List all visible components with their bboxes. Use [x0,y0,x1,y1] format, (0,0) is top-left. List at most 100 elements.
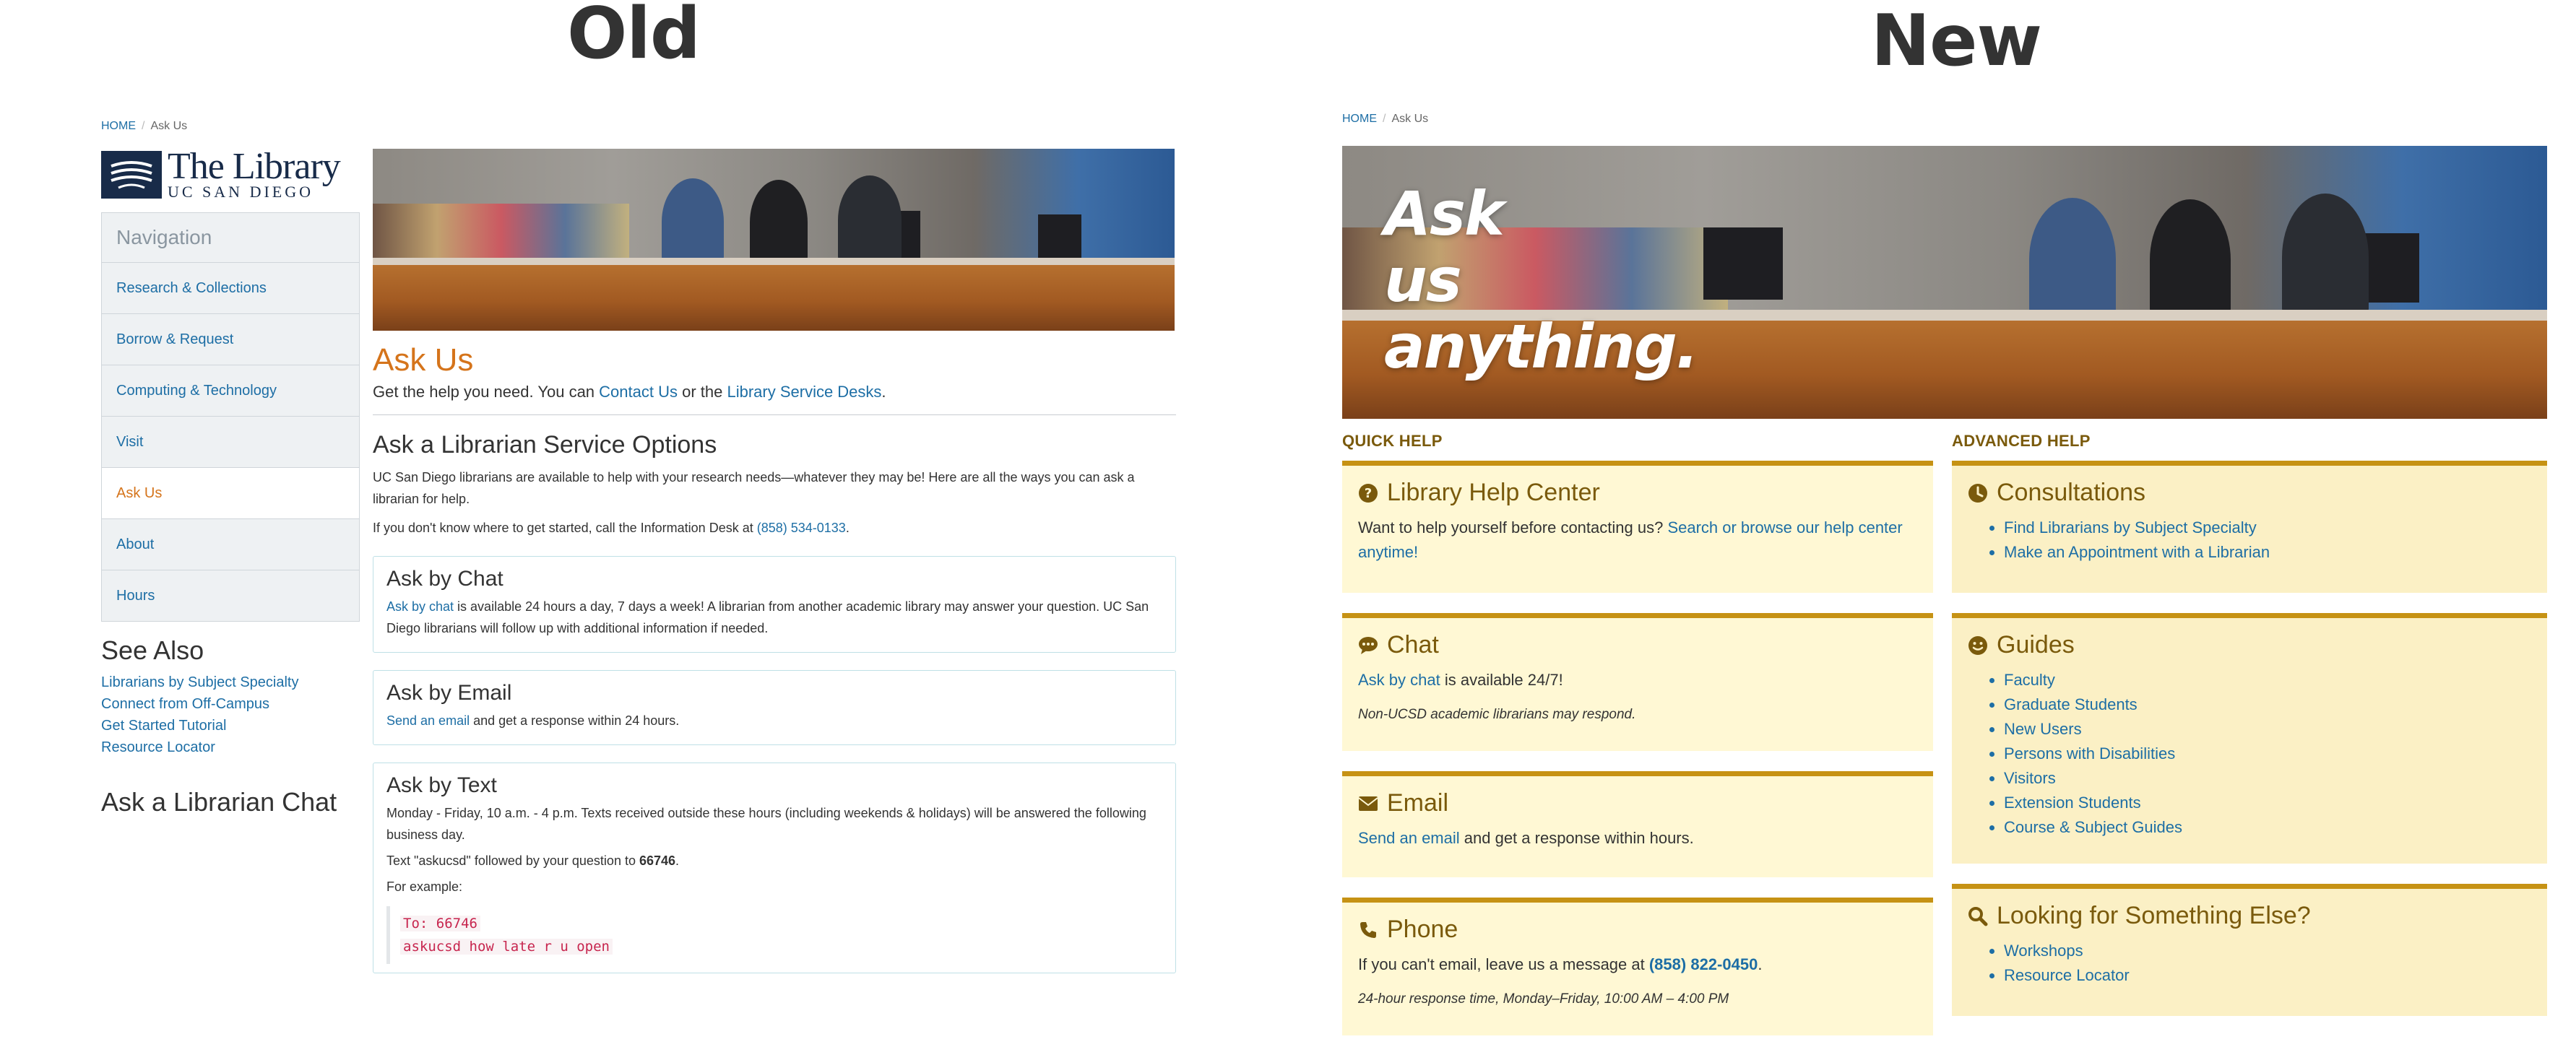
info-desk-text: If you don't know where to get started, … [373,517,1176,539]
ask-by-chat-link[interactable]: Ask by chat [1358,671,1440,689]
comment-icon [1358,635,1378,656]
looking-title[interactable]: Looking for Something Else? [1997,902,2311,930]
ask-by-email-text: Send an email and get a response within … [386,710,1162,731]
ask-by-chat-link[interactable]: Ask by chat [386,599,454,614]
breadcrumb-home[interactable]: HOME [101,120,136,132]
chat-title[interactable]: Chat [1387,631,1439,659]
see-also-link-off-campus[interactable]: Connect from Off-Campus [101,693,361,715]
phone-title[interactable]: Phone [1387,916,1458,944]
library-logo-mark-icon [101,151,162,199]
hero-tagline: Ask us anything. [1384,178,1699,382]
service-desks-link[interactable]: Library Service Desks [727,383,881,401]
chat-note: Non-UCSD academic librarians may respond… [1358,707,1636,722]
consultations-title[interactable]: Consultations [1997,479,2145,507]
see-also-link-resource-locator[interactable]: Resource Locator [101,737,361,758]
help-center-text: Want to help yourself before contacting … [1358,516,1917,565]
guide-link-visitors[interactable]: Visitors [2004,766,2531,791]
advanced-help-column: ADVANCED HELP Consultations Find Librari… [1952,432,2547,1036]
looking-link-workshops[interactable]: Workshops [2004,939,2531,963]
email-card: Email Send an email and get a response w… [1342,771,1933,877]
advanced-help-heading: ADVANCED HELP [1952,432,2091,450]
chat-text: Ask by chat is available 24/7! [1358,668,1917,692]
send-email-link[interactable]: Send an email [1358,829,1460,847]
intro-after: . [881,383,886,401]
ask-by-text-after: . [675,853,680,868]
help-center-title[interactable]: Library Help Center [1387,479,1600,507]
navigation-heading: Navigation [102,213,359,263]
code-line-2: askucsd how late r u open [400,939,613,955]
nav-item-visit[interactable]: Visit [102,417,359,468]
guide-link-new-users[interactable]: New Users [2004,717,2531,742]
breadcrumb-home[interactable]: HOME [1342,113,1377,125]
nav-item-about[interactable]: About [102,519,359,570]
looking-link-resource-locator[interactable]: Resource Locator [2004,963,2531,988]
phone-card: Phone If you can't email, leave us a mes… [1342,898,1933,1035]
ask-by-chat-box: Ask by Chat Ask by chat is available 24 … [373,556,1176,653]
consultations-links: Find Librarians by Subject Specialty Mak… [1968,516,2531,565]
see-also-link-tutorial[interactable]: Get Started Tutorial [101,715,361,737]
quick-help-heading: QUICK HELP [1342,432,1443,450]
intro-before: Get the help you need. You can [373,383,600,401]
help-center-card: ? Library Help Center Want to help yours… [1342,461,1933,593]
help-center-intro: Want to help yourself before contacting … [1358,518,1668,536]
email-title[interactable]: Email [1387,789,1448,817]
clock-icon [1968,483,1988,503]
page-title: Ask Us [373,342,474,378]
hero-line-2: us [1384,245,1462,316]
phone-intro: If you can't email, leave us a message a… [1358,955,1649,973]
staff-banner-photo [373,149,1175,331]
ask-by-chat-heading: Ask by Chat [386,567,503,591]
phone-icon [1358,920,1378,940]
nav-item-borrow-request[interactable]: Borrow & Request [102,314,359,365]
info-desk-phone-link[interactable]: (858) 534-0133 [757,521,846,535]
quick-help-column: QUICK HELP ? Library Help Center Want to… [1342,432,1933,1056]
envelope-icon [1358,794,1378,814]
guide-link-course-subject[interactable]: Course & Subject Guides [2004,815,2531,840]
guides-links: Faculty Graduate Students New Users Pers… [1968,668,2531,840]
nav-item-research-collections[interactable]: Research & Collections [102,263,359,314]
breadcrumb: HOME / Ask Us [101,120,187,133]
ask-librarian-chat-heading: Ask a Librarian Chat [101,787,337,817]
guide-link-disabilities[interactable]: Persons with Disabilities [2004,742,2531,766]
ask-by-chat-description: is available 24 hours a day, 7 days a we… [386,599,1149,635]
guides-title[interactable]: Guides [1997,631,2075,659]
email-response: and get a response within hours. [1459,829,1694,847]
nav-item-ask-us[interactable]: Ask Us [102,468,359,519]
looking-links: Workshops Resource Locator [1968,939,2531,988]
breadcrumb-current: Ask Us [150,120,188,132]
side-navigation: Navigation Research & Collections Borrow… [101,212,360,622]
nav-item-computing-technology[interactable]: Computing & Technology [102,365,359,417]
guide-link-graduate-students[interactable]: Graduate Students [2004,692,2531,717]
consultation-link-appointment[interactable]: Make an Appointment with a Librarian [2004,540,2531,565]
hero-line-3: anything. [1384,311,1699,382]
text-number: 66746 [639,853,676,868]
ask-by-text-instruction: Text "askucsd" followed by your question… [386,850,1162,872]
breadcrumb-separator: / [1383,113,1386,125]
ask-by-chat-text: Ask by chat is available 24 hours a day,… [386,596,1162,639]
ask-by-email-heading: Ask by Email [386,681,512,705]
info-desk-after: . [845,521,850,535]
old-page: HOME / Ask Us The Library UC SAN DIEGO Nav… [0,0,1228,1060]
ask-by-email-description: and get a response within 24 hours. [470,713,680,728]
svg-text:?: ? [1365,486,1372,501]
ask-by-text-before: Text "askucsd" followed by your question… [386,853,639,868]
nav-item-hours[interactable]: Hours [102,570,359,621]
phone-note: 24-hour response time, Monday–Friday, 10… [1358,991,1729,1007]
service-options-text: UC San Diego librarians are available to… [373,470,1135,506]
hero-line-1: Ask [1384,178,1505,249]
contact-us-link[interactable]: Contact Us [599,383,678,401]
phone-number-link[interactable]: (858) 822-0450 [1649,955,1758,973]
logo-title: The Library [168,146,341,187]
library-logo[interactable]: The Library UC SAN DIEGO [101,146,358,201]
ask-by-text-box: Ask by Text Monday - Friday, 10 a.m. - 4… [373,763,1176,973]
breadcrumb-separator: / [142,120,145,132]
send-email-link[interactable]: Send an email [386,713,470,728]
guide-link-extension-students[interactable]: Extension Students [2004,791,2531,815]
phone-after: . [1758,955,1763,973]
consultation-link-librarians[interactable]: Find Librarians by Subject Specialty [2004,516,2531,540]
see-also-link-librarians[interactable]: Librarians by Subject Specialty [101,672,361,693]
guide-link-faculty[interactable]: Faculty [2004,668,2531,692]
search-icon [1968,906,1988,926]
see-also: See Also Librarians by Subject Specialty… [101,635,361,758]
breadcrumb: HOME / Ask Us [1342,113,1428,126]
